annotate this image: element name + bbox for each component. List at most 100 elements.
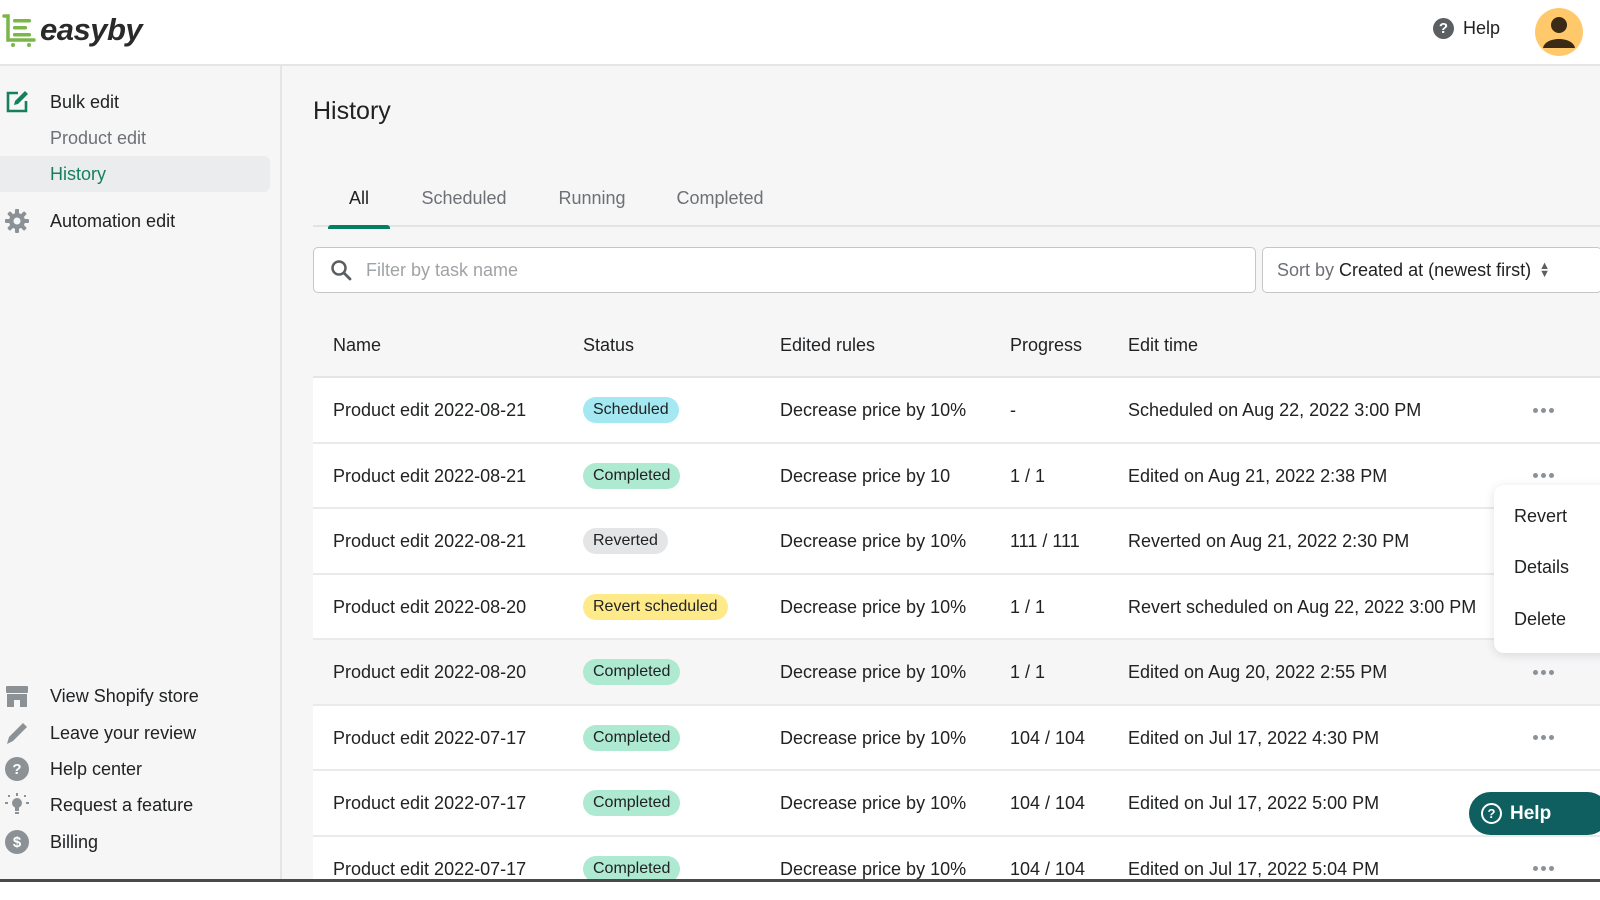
progress: 1 / 1 (1010, 662, 1046, 682)
sidebar-item-help-center[interactable]: ? Help center (0, 751, 270, 787)
logo-text: easyby (40, 12, 143, 47)
floating-help-button[interactable]: ? Help (1469, 792, 1600, 835)
column-header-edit-time: Edit time (1128, 335, 1199, 355)
question-circle-icon: ? (4, 756, 30, 782)
table-row[interactable]: Product edit 2022-08-20 Revert scheduled D… (313, 574, 1600, 640)
top-bar: easyby ? Help (0, 0, 1600, 66)
edited-rule: Decrease price by 10% (780, 793, 967, 813)
edited-rule: Decrease price by 10% (780, 531, 967, 551)
sidebar-item-automation-edit[interactable]: Automation edit (0, 203, 270, 239)
sidebar-item-label: Bulk edit (50, 91, 120, 112)
status-cell: Reverted (583, 528, 668, 554)
search-field[interactable] (313, 247, 1256, 293)
history-table: Name Status Edited rules Progress Edit t… (313, 313, 1600, 900)
sidebar: Bulk edit Product edit History Automatio… (0, 66, 282, 900)
tab-completed[interactable]: Completed (665, 170, 775, 227)
sort-prefix: Sort by (1277, 259, 1335, 280)
table-row[interactable]: Product edit 2022-08-21 Reverted Decrease … (313, 509, 1600, 575)
ellipsis-icon (1532, 473, 1554, 478)
more-actions-button[interactable] (1529, 658, 1557, 686)
table-row[interactable]: Product edit 2022-08-21 Completed Decrease… (313, 443, 1600, 509)
edited-rule: Decrease price by 10% (780, 662, 967, 682)
ellipsis-icon (1532, 407, 1554, 413)
edited-rule: Decrease price by 10% (780, 596, 967, 617)
status-badge: Revert scheduled (583, 593, 728, 620)
status-cell: Scheduled (583, 397, 679, 423)
top-help-label: Help (1463, 18, 1501, 38)
progress: 1 / 1 (1010, 465, 1046, 486)
status-badge: Completed (583, 790, 681, 816)
menu-item-revert[interactable]: Revert (1514, 506, 1567, 527)
floating-help-label: Help (1510, 802, 1552, 824)
status-cell: Completed (583, 855, 681, 882)
sidebar-item-request-feature[interactable]: Request a feature (0, 787, 270, 823)
edit-time: Edited on Jul 17, 2022 5:00 PM (1128, 793, 1380, 813)
table-row[interactable]: Product edit 2022-08-21 Scheduled Decrease… (313, 378, 1600, 444)
tab-running[interactable]: Running (543, 170, 641, 227)
more-actions-button[interactable] (1529, 396, 1557, 424)
task-name: Product edit 2022-08-21 (333, 465, 527, 486)
tab-all[interactable]: All (328, 170, 390, 229)
status-badge: Scheduled (583, 397, 679, 423)
question-circle-icon: ? (1481, 803, 1502, 824)
table-row[interactable]: Product edit 2022-07-17 Completed Decrease… (313, 705, 1600, 771)
sidebar-item-label: Request a feature (50, 794, 194, 815)
column-header-status: Status (583, 335, 635, 355)
sidebar-item-product-edit[interactable]: Product edit (0, 120, 270, 156)
sidebar-item-leave-review[interactable]: Leave your review (0, 715, 270, 751)
tab-scheduled[interactable]: Scheduled (408, 170, 520, 227)
sort-select[interactable]: Sort by Created at (newest first) ▲ ▼ (1262, 247, 1600, 293)
menu-item-details[interactable]: Details (1514, 557, 1569, 578)
store-icon (4, 683, 30, 709)
edited-rule: Decrease price by 10% (780, 727, 967, 748)
table-row[interactable]: Product edit 2022-07-17 Completed Decrease… (313, 771, 1600, 837)
sidebar-item-label: Billing (50, 831, 99, 852)
svg-text:?: ? (12, 761, 21, 778)
menu-item-delete[interactable]: Delete (1514, 609, 1566, 630)
ellipsis-icon (1532, 866, 1554, 871)
table-header: Name Status Edited rules Progress Edit t… (313, 313, 1600, 378)
edit-time: Reverted on Aug 21, 2022 2:30 PM (1128, 531, 1410, 551)
window-bottom-area (0, 882, 1600, 900)
logo[interactable]: easyby (2, 12, 143, 48)
edit-time: Revert scheduled on Aug 22, 2022 3:00 PM (1128, 596, 1477, 617)
table-body: Product edit 2022-08-21 Scheduled Decrease… (313, 378, 1600, 900)
status-cell: Completed (583, 659, 681, 685)
top-help-button[interactable]: ? Help (1433, 18, 1500, 39)
column-header-edited-rules: Edited rules (780, 335, 876, 355)
row-actions-menu: Revert Details Delete (1494, 485, 1600, 653)
sidebar-item-history[interactable]: History (0, 156, 270, 192)
task-name: Product edit 2022-08-20 (333, 662, 527, 682)
more-actions-button[interactable] (1529, 724, 1557, 752)
column-header-progress: Progress (1010, 335, 1083, 355)
sidebar-item-label: Automation edit (50, 210, 176, 231)
status-badge: Reverted (583, 528, 668, 554)
status-cell: Revert scheduled (583, 593, 728, 620)
task-name: Product edit 2022-07-17 (333, 793, 527, 813)
edited-rule: Decrease price by 10 (780, 465, 951, 486)
question-circle-icon: ? (1433, 18, 1454, 39)
avatar[interactable] (1535, 8, 1583, 56)
table-row[interactable]: Product edit 2022-08-20 Completed Decrease… (313, 640, 1600, 706)
sidebar-item-billing[interactable]: $ Billing (0, 824, 270, 860)
sidebar-item-view-shopify-store[interactable]: View Shopify store (0, 678, 270, 714)
sidebar-item-label: Product edit (50, 127, 147, 148)
tab-label: Completed (676, 188, 764, 208)
tab-bar: All Scheduled Running Completed (313, 170, 1600, 229)
edit-square-icon (4, 89, 30, 115)
progress: 104 / 104 (1010, 793, 1086, 813)
user-icon (1543, 17, 1575, 48)
progress: - (1010, 400, 1016, 420)
sidebar-item-label: Leave your review (50, 722, 197, 743)
dollar-circle-icon: $ (4, 829, 30, 855)
sidebar-item-bulk-edit[interactable]: Bulk edit (0, 84, 270, 120)
edit-time: Edited on Jul 17, 2022 4:30 PM (1128, 727, 1380, 748)
column-header-name: Name (333, 335, 382, 355)
tab-label: Scheduled (421, 188, 507, 208)
status-cell: Completed (583, 724, 681, 751)
tab-label: Running (558, 188, 626, 208)
status-badge: Completed (583, 659, 681, 685)
search-input[interactable] (366, 259, 1226, 281)
pencil-icon (4, 720, 30, 746)
select-arrows-icon: ▲ ▼ (1539, 260, 1550, 280)
